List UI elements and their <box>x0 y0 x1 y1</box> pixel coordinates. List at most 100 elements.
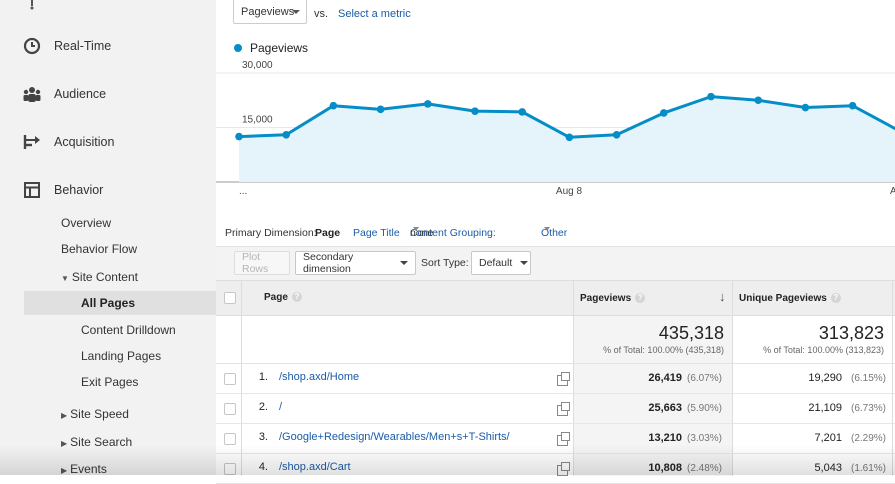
col-page-label: Page <box>264 292 288 303</box>
dimension-page[interactable]: Page <box>315 227 340 239</box>
row-number: 2. <box>258 401 268 413</box>
col-pageviews-header[interactable]: Pageviews? <box>580 293 646 304</box>
table-toolbar: Plot Rows Secondary dimension Sort Type:… <box>216 246 895 280</box>
pageviews-value: 13,210 <box>576 432 682 444</box>
table-row[interactable]: 3. /Google+Redesign/Wearables/Men+s+T-Sh… <box>216 423 895 454</box>
help-icon[interactable]: ? <box>291 292 302 303</box>
pageviews-number: 25,663 <box>648 402 682 414</box>
triangle-right-icon: ▶ <box>61 439 68 448</box>
sidebar-item-content-drilldown[interactable]: Content Drilldown <box>81 323 176 337</box>
data-point <box>565 133 574 142</box>
open-page-icon[interactable] <box>557 432 570 446</box>
sidebar-item-site-content[interactable]: ▼ Site Content <box>61 270 138 284</box>
plot-rows-button[interactable]: Plot Rows <box>234 251 290 275</box>
y-tick-label: 30,000 <box>242 60 273 71</box>
pageviews-number: 13,210 <box>648 432 682 444</box>
open-page-icon[interactable] <box>557 462 570 476</box>
main-content: Pageviews vs. Select a metric Pageviews … <box>216 0 895 484</box>
data-point <box>801 103 810 112</box>
data-point <box>471 107 479 115</box>
sidebar-item-label: Events <box>70 462 107 475</box>
pageviews-value: 10,808 <box>576 462 682 474</box>
pageviews-value: 26,419 <box>576 372 682 384</box>
divider <box>573 281 574 315</box>
sidebar-item-site-speed[interactable]: ▶ Site Speed <box>61 407 129 421</box>
sidebar-item-events[interactable]: ▶ Events <box>61 462 107 475</box>
x-tick-label: Aug 8 <box>556 186 583 197</box>
x-tick-label: ... <box>239 186 247 197</box>
chevron-down-icon <box>400 261 408 265</box>
triangle-right-icon: ▶ <box>61 466 68 475</box>
data-point <box>848 101 857 110</box>
col-unique-pageviews-header[interactable]: Unique Pageviews? <box>739 293 841 304</box>
sidebar-item-acquisition[interactable]: Acquisition <box>0 127 216 157</box>
pageviews-pct: (5.90%) <box>687 403 723 414</box>
select-metric-link[interactable]: Select a metric <box>338 8 411 20</box>
unique-value: 19,290 <box>808 372 842 384</box>
page-link[interactable]: / <box>279 401 282 413</box>
unique-pct: (1.61%) <box>851 463 887 474</box>
unique-value: 7,201 <box>814 432 842 444</box>
unique-pct: (2.29%) <box>851 433 887 444</box>
table-row[interactable]: 1. /shop.axd/Home 26,419 (6.07%) 19,290 … <box>216 363 895 394</box>
help-icon[interactable]: ? <box>635 293 646 304</box>
page-link[interactable]: /shop.axd/Home <box>279 371 359 383</box>
select-all-checkbox[interactable] <box>224 292 236 304</box>
sidebar-item-overview[interactable]: Overview <box>61 216 111 230</box>
help-icon[interactable]: ? <box>830 293 841 304</box>
open-page-icon[interactable] <box>557 372 570 386</box>
clock-icon <box>22 36 42 56</box>
secondary-dimension-select[interactable]: Secondary dimension <box>295 251 416 275</box>
acquisition-icon <box>22 132 42 152</box>
primary-dimension-label: Primary Dimension: <box>225 227 317 239</box>
sidebar-item-all-pages[interactable]: All Pages <box>81 296 135 310</box>
row-checkbox[interactable] <box>224 433 236 445</box>
dimension-page-title[interactable]: Page Title <box>353 227 400 239</box>
sidebar-item-exit-pages[interactable]: Exit Pages <box>81 375 138 389</box>
data-point <box>754 96 762 105</box>
sidebar-item-label: Site Search <box>70 435 133 449</box>
pageviews-value: 25,663 <box>576 402 682 414</box>
open-page-icon[interactable] <box>557 402 570 416</box>
page-link[interactable]: /shop.axd/Cart <box>279 461 351 473</box>
pageviews-number: 10,808 <box>648 462 682 474</box>
row-checkbox[interactable] <box>224 403 236 415</box>
triangle-down-icon: ▼ <box>61 274 69 283</box>
sidebar-item-label: Behavior <box>54 183 104 197</box>
sort-type-value: Default <box>479 257 513 269</box>
row-checkbox[interactable] <box>224 373 236 385</box>
data-point <box>376 105 385 114</box>
sort-type-select[interactable]: Default <box>471 251 531 275</box>
sidebar-item-label: Site Content <box>71 270 138 284</box>
col-unique-label: Unique Pageviews <box>739 293 827 304</box>
legend-label: Pageviews <box>250 41 309 55</box>
sidebar-item-audience[interactable]: Audience <box>0 79 216 109</box>
total-pageviews: 435,318 <box>658 323 724 343</box>
sidebar-item-label: Acquisition <box>54 135 115 149</box>
audience-icon <box>22 84 42 104</box>
sidebar-item-behavior-flow[interactable]: Behavior Flow <box>61 242 137 256</box>
sidebar: Real-Time Audience Acquisition Behavior … <box>0 0 216 475</box>
row-checkbox[interactable] <box>224 463 236 475</box>
total-pageviews-pct: % of Total: 100.00% (435,318) <box>603 345 724 355</box>
data-point <box>707 92 715 101</box>
chevron-down-icon <box>544 227 550 231</box>
pageviews-line-chart[interactable]: 30,000 15,000... Aug 8 Au <box>216 58 895 203</box>
chevron-down-icon <box>292 10 300 14</box>
data-point <box>329 101 338 110</box>
table-row[interactable]: 4. /shop.axd/Cart 10,808 (2.48%) 5,043 (… <box>216 453 895 484</box>
table-row[interactable]: 2. / 25,663 (5.90%) 21,109 (6.73%) <box>216 393 895 424</box>
sidebar-item-partial[interactable] <box>0 0 216 18</box>
sidebar-item-realtime[interactable]: Real-Time <box>0 31 216 61</box>
sidebar-item-site-search[interactable]: ▶ Site Search <box>61 435 132 449</box>
sort-arrow-down-icon[interactable]: ↓ <box>719 289 726 304</box>
sidebar-item-label: Audience <box>54 87 107 101</box>
total-unique: 313,823 <box>818 323 884 343</box>
metric-select[interactable]: Pageviews <box>233 0 307 24</box>
col-page-header[interactable]: Page? <box>264 292 302 303</box>
x-tick-label: Au <box>890 186 895 197</box>
partial-icon <box>22 0 42 13</box>
sidebar-item-behavior[interactable]: Behavior <box>0 175 216 205</box>
page-link[interactable]: /Google+Redesign/Wearables/Men+s+T-Shirt… <box>279 431 510 443</box>
sidebar-item-landing-pages[interactable]: Landing Pages <box>81 349 161 363</box>
